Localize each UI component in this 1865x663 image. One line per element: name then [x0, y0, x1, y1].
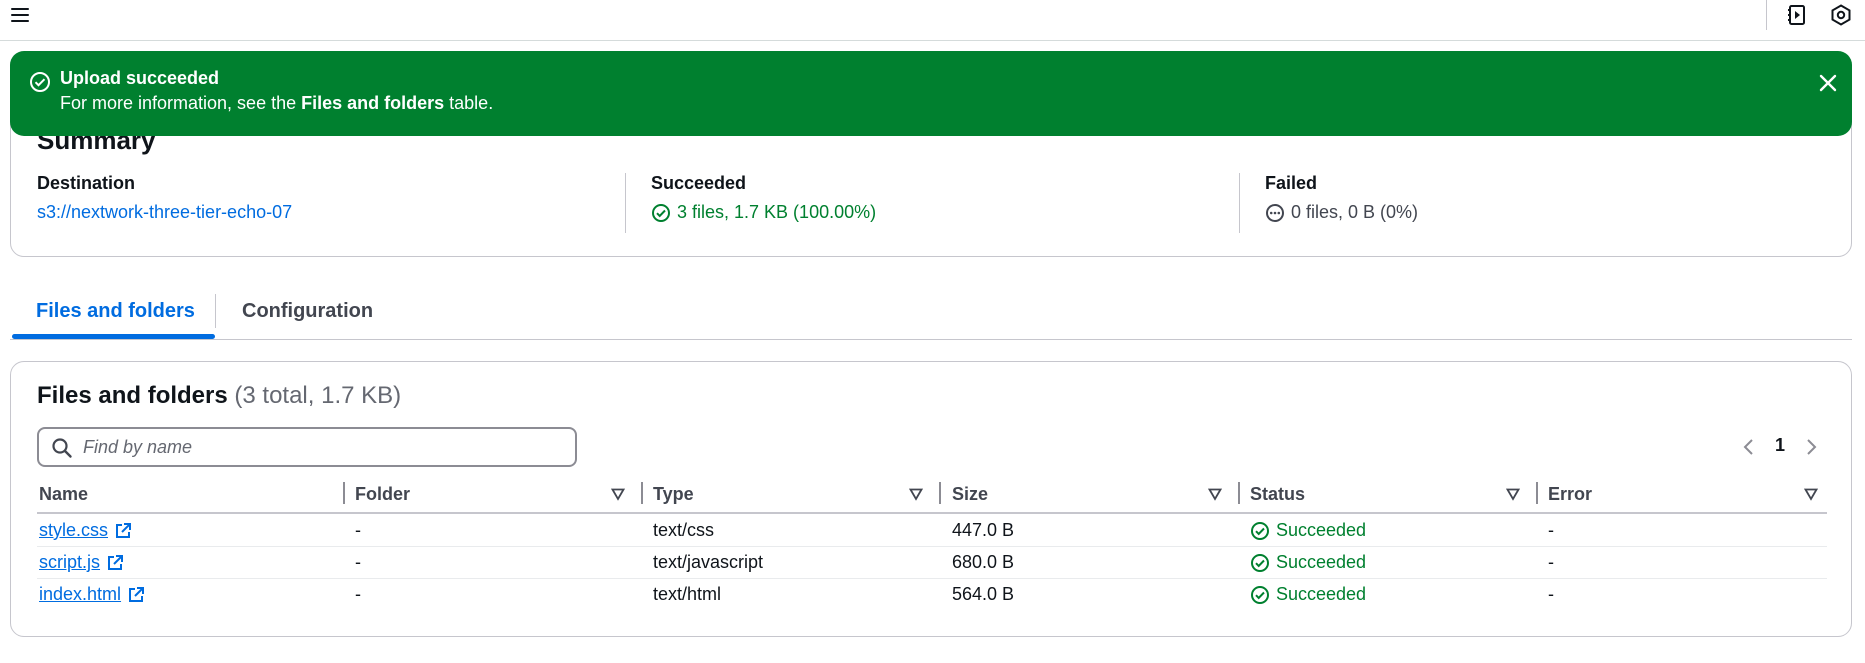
- folder-cell: -: [355, 552, 361, 572]
- column-header-type[interactable]: Type: [653, 484, 694, 505]
- external-link-icon: [108, 554, 124, 570]
- succeeded-value: 3 files, 1.7 KB (100.00%): [677, 202, 877, 222]
- tab-configuration[interactable]: Configuration: [242, 300, 373, 323]
- current-page[interactable]: 1: [1775, 435, 1785, 456]
- files-count: (3 total, 1.7 KB): [234, 382, 402, 409]
- folder-cell: -: [355, 520, 361, 540]
- success-check-icon: [1251, 585, 1269, 604]
- folder-cell: -: [355, 584, 361, 604]
- succeeded-label: Succeeded: [651, 173, 747, 193]
- column-resizer[interactable]: [939, 482, 941, 504]
- tab-files-and-folders[interactable]: Files and folders: [36, 300, 195, 323]
- status-cell: Succeeded: [1250, 584, 1366, 605]
- type-cell: text/javascript: [653, 552, 764, 572]
- size-cell: 447.0 B: [952, 520, 1015, 540]
- top-bar-divider: [1766, 0, 1767, 30]
- success-check-icon: [30, 72, 50, 92]
- destination-field: Destination s3://nextwork-three-tier-ech…: [37, 173, 292, 223]
- sort-caret-icon[interactable]: [909, 487, 923, 501]
- column-resizer[interactable]: [641, 482, 643, 504]
- destination-link[interactable]: s3://nextwork-three-tier-echo-07: [37, 202, 292, 223]
- upload-success-banner: Upload succeeded For more information, s…: [10, 51, 1852, 136]
- active-tab-indicator: [12, 334, 215, 339]
- file-name-link[interactable]: index.html: [39, 584, 145, 605]
- banner-title: Upload succeeded: [60, 68, 220, 88]
- column-header-size[interactable]: Size: [952, 484, 988, 505]
- table-header: Name Folder Type Size Status Error: [37, 474, 1827, 514]
- column-header-name[interactable]: Name: [39, 484, 88, 505]
- search-box[interactable]: [37, 427, 577, 467]
- top-navigation-bar: [0, 0, 1865, 41]
- sort-caret-icon[interactable]: [1208, 487, 1222, 501]
- error-cell: -: [1548, 552, 1554, 572]
- table-row: style.css - text/css 447.0 B Succeeded -: [37, 515, 1827, 547]
- tab-divider: [215, 294, 216, 328]
- files-table-title: Files and folders (3 total, 1.7 KB): [37, 382, 402, 409]
- success-check-icon: [1251, 553, 1269, 572]
- size-cell: 564.0 B: [952, 584, 1015, 604]
- succeeded-field: Succeeded 3 files, 1.7 KB (100.00%): [651, 173, 876, 223]
- close-icon[interactable]: [1816, 71, 1840, 95]
- failed-label: Failed: [1265, 173, 1318, 193]
- pending-dots-icon: [1266, 203, 1284, 222]
- column-header-error[interactable]: Error: [1548, 484, 1592, 505]
- type-cell: text/css: [653, 520, 715, 540]
- failed-value: 0 files, 0 B (0%): [1291, 202, 1419, 222]
- settings-hexagon-icon[interactable]: [1829, 3, 1853, 27]
- column-divider: [625, 173, 626, 233]
- pagination: 1: [1729, 432, 1829, 462]
- status-cell: Succeeded: [1250, 520, 1366, 541]
- column-header-status[interactable]: Status: [1250, 484, 1305, 505]
- sort-caret-icon[interactable]: [1804, 487, 1818, 501]
- column-resizer[interactable]: [1536, 482, 1538, 504]
- column-resizer[interactable]: [1238, 482, 1240, 504]
- failed-field: Failed 0 files, 0 B (0%): [1265, 173, 1418, 223]
- table-row: index.html - text/html 564.0 B Succeeded…: [37, 579, 1827, 611]
- success-check-icon: [652, 203, 670, 222]
- file-name-link[interactable]: style.css: [39, 520, 132, 541]
- chevron-right-icon[interactable]: [1801, 436, 1821, 458]
- column-resizer[interactable]: [343, 482, 345, 504]
- type-cell: text/html: [653, 584, 722, 604]
- search-icon: [52, 438, 72, 458]
- column-divider: [1239, 173, 1240, 233]
- sort-caret-icon[interactable]: [611, 487, 625, 501]
- sort-caret-icon[interactable]: [1506, 487, 1520, 501]
- external-link-icon: [116, 522, 132, 538]
- files-and-folders-container: Files and folders (3 total, 1.7 KB) 1 Na…: [10, 361, 1852, 637]
- search-input[interactable]: [83, 433, 563, 461]
- banner-message: For more information, see the Files and …: [60, 93, 494, 113]
- table-row: script.js - text/javascript 680.0 B Succ…: [37, 547, 1827, 579]
- error-cell: -: [1548, 520, 1554, 540]
- status-cell: Succeeded: [1250, 552, 1366, 573]
- column-header-folder[interactable]: Folder: [355, 484, 410, 505]
- menu-icon[interactable]: [9, 4, 31, 26]
- size-cell: 680.0 B: [952, 552, 1015, 572]
- notebook-icon[interactable]: [1785, 3, 1809, 27]
- destination-label: Destination: [37, 173, 136, 193]
- error-cell: -: [1548, 584, 1554, 604]
- tab-bar: Files and folders Configuration: [10, 290, 1852, 340]
- chevron-left-icon[interactable]: [1739, 436, 1759, 458]
- external-link-icon: [129, 586, 145, 602]
- file-name-link[interactable]: script.js: [39, 552, 124, 573]
- success-check-icon: [1251, 521, 1269, 540]
